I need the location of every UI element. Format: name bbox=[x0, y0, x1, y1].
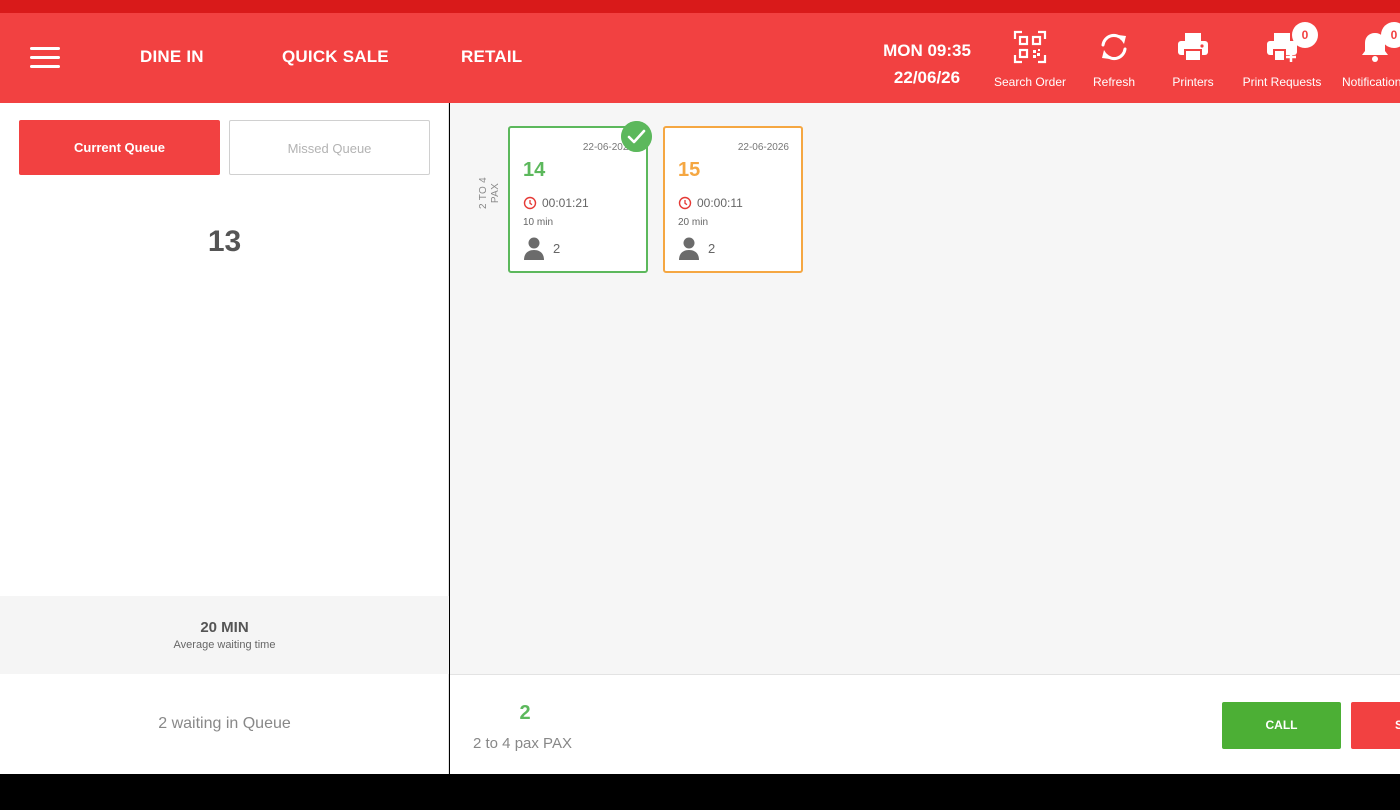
qr-code-icon bbox=[1013, 30, 1047, 64]
average-waiting-label: Average waiting time bbox=[173, 639, 276, 651]
call-button[interactable]: CALL bbox=[1222, 702, 1341, 749]
average-waiting-value: 20 MIN bbox=[200, 619, 249, 636]
action-bar: 2 2 to 4 pax PAX CALL S bbox=[450, 674, 1400, 774]
secondary-action-button[interactable]: S bbox=[1351, 702, 1400, 749]
missed-queue-tab[interactable]: Missed Queue bbox=[229, 120, 430, 175]
ticket-elapsed-time: 00:01:21 bbox=[542, 196, 589, 210]
selected-pax-count: 2 bbox=[519, 702, 531, 724]
pax-group-label: 2 TO 4 PAX bbox=[478, 163, 502, 223]
print-requests-label: Print Requests bbox=[1242, 75, 1322, 89]
person-icon bbox=[679, 237, 699, 260]
tab-quick-sale[interactable]: QUICK SALE bbox=[282, 47, 389, 67]
ticket-elapsed-time: 00:00:11 bbox=[697, 196, 743, 210]
selected-check-icon bbox=[621, 121, 652, 152]
pax-group-label-line1: 2 TO 4 bbox=[478, 177, 489, 210]
ticket-pax: 2 bbox=[553, 241, 561, 256]
refresh-label: Refresh bbox=[1092, 75, 1136, 89]
print-requests-badge: 0 bbox=[1292, 22, 1318, 48]
average-waiting-box: 20 MIN Average waiting time bbox=[0, 596, 449, 674]
top-header: DINE IN QUICK SALE RETAIL MON 09:35 22/0… bbox=[0, 13, 1400, 103]
clock-icon bbox=[678, 196, 692, 210]
tab-retail[interactable]: RETAIL bbox=[461, 47, 522, 67]
navigation-bar-area bbox=[0, 774, 1400, 810]
ticket-number: 15 bbox=[678, 159, 701, 181]
ticket-estimate: 20 min bbox=[678, 217, 709, 228]
clock-date: 22/06/26 bbox=[893, 68, 961, 87]
tab-dine-in[interactable]: DINE IN bbox=[140, 47, 204, 67]
ticket-pax: 2 bbox=[708, 241, 716, 256]
queue-board: 2 TO 4 PAX 22-06-2026 14 00:01:21 10 min… bbox=[450, 103, 1400, 674]
status-strip bbox=[0, 0, 1400, 13]
refresh-icon bbox=[1101, 33, 1127, 61]
search-order-button[interactable]: Search Order bbox=[992, 25, 1068, 95]
person-icon bbox=[524, 237, 544, 260]
clock-time: MON 09:35 bbox=[883, 41, 971, 60]
current-queue-tab[interactable]: Current Queue bbox=[19, 120, 220, 175]
current-queue-number: 13 bbox=[207, 225, 242, 258]
clock: MON 09:35 22/06/26 bbox=[872, 37, 982, 91]
hamburger-menu-icon[interactable] bbox=[26, 44, 64, 72]
queue-app: DINE IN QUICK SALE RETAIL MON 09:35 22/0… bbox=[0, 0, 1400, 810]
ticket-date: 22-06-2026 bbox=[737, 142, 789, 153]
pax-group-label-line2: PAX bbox=[490, 182, 501, 204]
selected-pax-description: 2 to 4 pax PAX bbox=[473, 735, 572, 752]
printer-icon bbox=[1178, 33, 1208, 62]
queue-sidebar: Current Queue Missed Queue 13 20 MIN Ave… bbox=[0, 103, 449, 774]
ticket-number: 14 bbox=[523, 159, 546, 181]
queue-ticket-15[interactable]: 22-06-2026 15 00:00:11 20 min 2 bbox=[663, 126, 803, 273]
notifications-label: Notification bbox=[1342, 75, 1400, 89]
printers-button[interactable]: Printers bbox=[1163, 25, 1223, 95]
ticket-estimate: 10 min bbox=[523, 217, 554, 228]
clock-icon bbox=[523, 196, 537, 210]
waiting-count-text: 2 waiting in Queue bbox=[158, 715, 291, 732]
printers-label: Printers bbox=[1172, 75, 1214, 89]
notifications-badge: 0 bbox=[1381, 22, 1400, 48]
search-order-label: Search Order bbox=[993, 75, 1067, 89]
refresh-button[interactable]: Refresh bbox=[1083, 25, 1145, 95]
